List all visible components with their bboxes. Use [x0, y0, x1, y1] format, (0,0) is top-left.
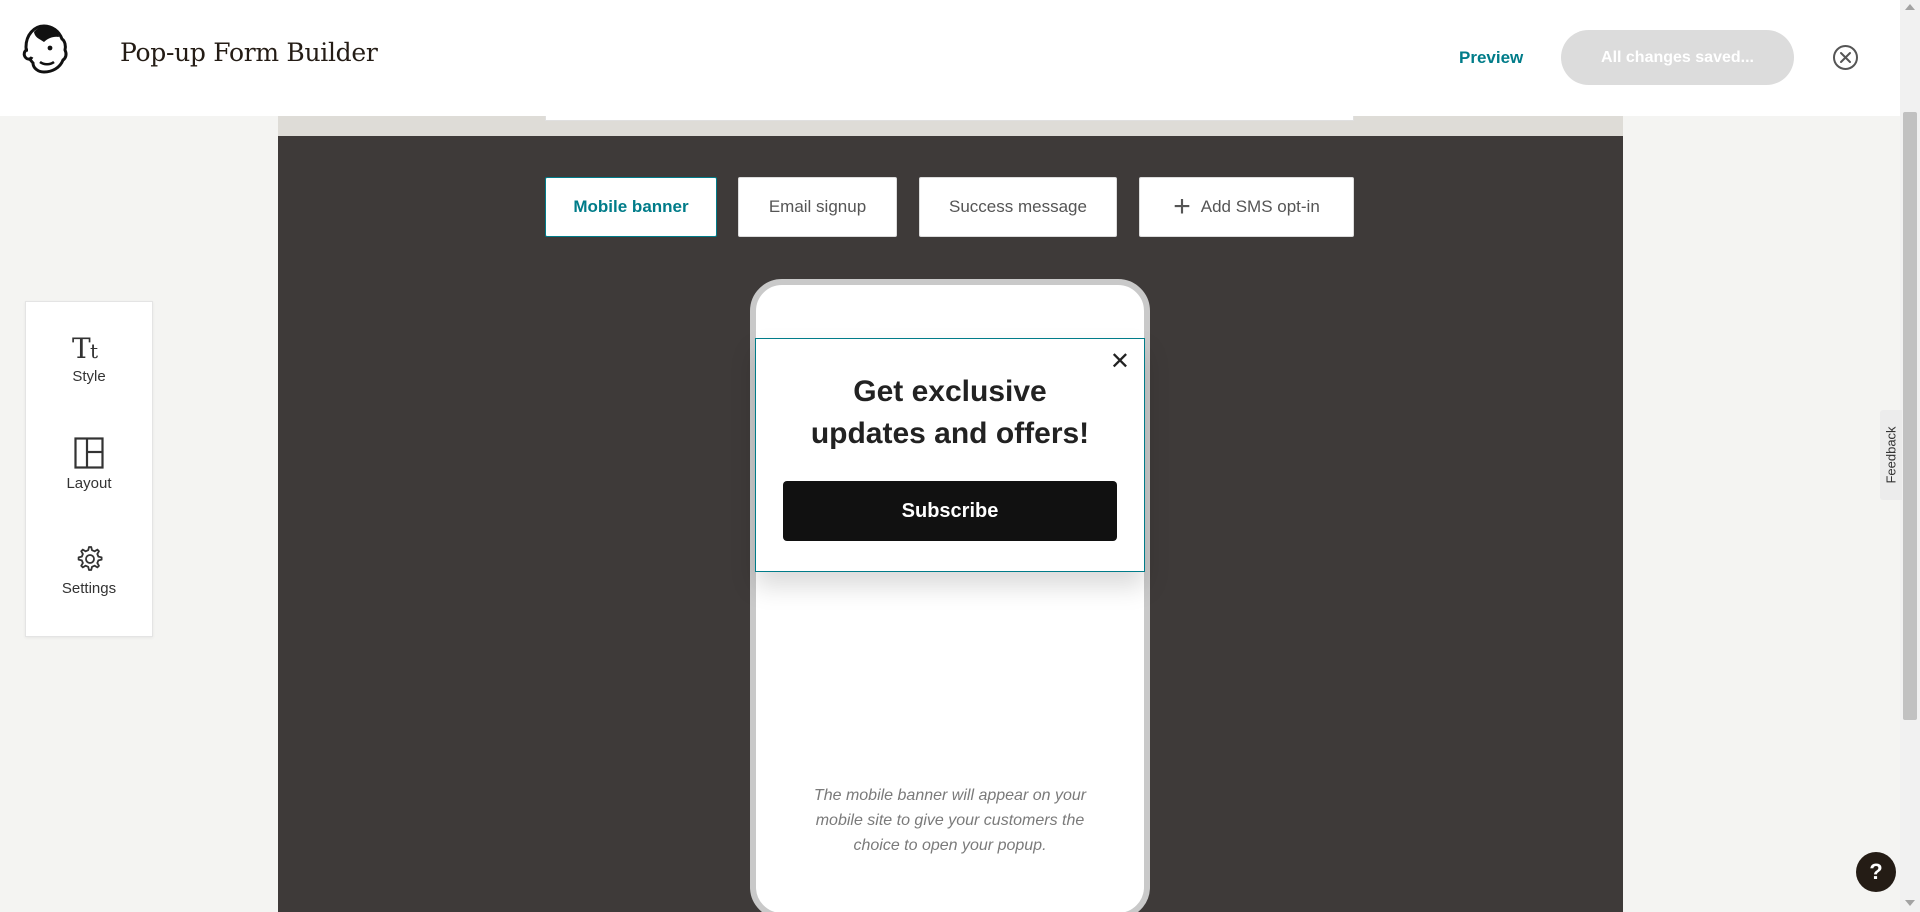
- svg-text:T: T: [72, 332, 91, 362]
- toolbar-item-style[interactable]: T t Style: [26, 332, 152, 385]
- gear-icon: [77, 546, 103, 571]
- plus-icon: +: [1173, 190, 1191, 223]
- tab-label: Success message: [949, 197, 1087, 216]
- tab-label: Email signup: [768, 197, 867, 216]
- scroll-down-arrow-icon[interactable]: [1905, 900, 1915, 906]
- feedback-label: Feedback: [1883, 426, 1899, 484]
- popup-heading-line: updates and offers!: [810, 417, 1090, 450]
- popup-heading-line: Get exclusive: [853, 375, 1047, 408]
- layout-icon: [74, 437, 104, 469]
- mobile-banner-popup[interactable]: ✕ Get exclusive updates and offers! Subs…: [755, 338, 1145, 572]
- tab-email-signup[interactable]: Email signup: [738, 177, 897, 237]
- text-style-icon: T t: [72, 332, 98, 362]
- tab-add-sms-opt-in[interactable]: + Add SMS opt-in: [1139, 177, 1354, 237]
- scroll-up-arrow-icon[interactable]: [1905, 4, 1915, 10]
- toolbar-item-label: Layout: [66, 475, 112, 492]
- app-title: Pop-up Form Builder: [120, 38, 378, 67]
- subscribe-button[interactable]: Subscribe: [783, 481, 1117, 541]
- toolbar-item-layout[interactable]: Layout: [26, 437, 152, 492]
- left-toolbar: T t Style Layout Settings: [25, 301, 153, 637]
- feedback-tab[interactable]: Feedback: [1880, 410, 1902, 500]
- toolbar-item-label: Style: [72, 368, 106, 385]
- save-status-button[interactable]: All changes saved...: [1561, 30, 1794, 85]
- svg-text:t: t: [90, 339, 98, 362]
- toolbar-item-settings[interactable]: Settings: [26, 544, 152, 597]
- page-scrollbar[interactable]: [1900, 0, 1920, 912]
- scroll-thumb[interactable]: [1903, 112, 1917, 720]
- note-line: The mobile banner will appear on your: [813, 787, 1087, 804]
- help-button[interactable]: ?: [1856, 852, 1896, 892]
- tab-label: Add SMS opt-in: [1200, 197, 1320, 216]
- mobile-banner-note: The mobile banner will appear on your mo…: [790, 783, 1110, 858]
- close-icon[interactable]: [1832, 44, 1859, 71]
- tab-mobile-banner[interactable]: Mobile banner: [545, 177, 717, 237]
- note-line: choice to open your popup.: [853, 837, 1047, 854]
- note-line: mobile site to give your customers the: [815, 812, 1085, 829]
- tab-label: Mobile banner: [573, 197, 689, 216]
- toolbar-item-label: Settings: [61, 580, 117, 597]
- top-header: Pop-up Form Builder Preview All changes …: [0, 0, 1900, 116]
- preview-link[interactable]: Preview: [1459, 48, 1523, 68]
- popup-heading[interactable]: Get exclusive updates and offers!: [756, 371, 1144, 455]
- mailchimp-logo[interactable]: [20, 22, 70, 76]
- canvas-top-field: [545, 116, 1354, 121]
- tab-success-message[interactable]: Success message: [919, 177, 1117, 237]
